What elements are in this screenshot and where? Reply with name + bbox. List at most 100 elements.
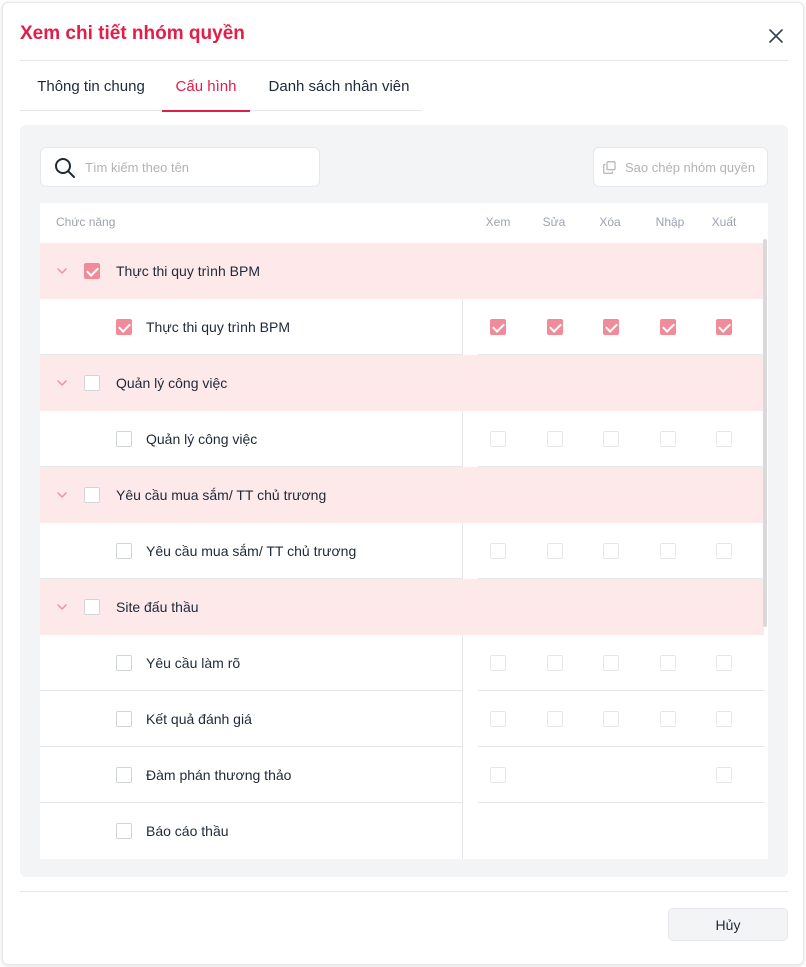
tab-bar: Thông tin chung Cấu hình Danh sách nhân … [20, 61, 422, 112]
footer-divider [20, 891, 788, 892]
permission-checkbox-edit[interactable] [547, 319, 563, 335]
search-box [40, 147, 320, 187]
column-header-function: Chức năng [56, 215, 116, 229]
group-checkbox[interactable] [84, 375, 100, 391]
column-divider [462, 803, 463, 859]
permission-checkbox-view[interactable] [490, 431, 506, 447]
column-header-export: Xuất [711, 215, 737, 229]
group-label: Quản lý công việc [116, 375, 228, 391]
column-divider [462, 411, 463, 467]
row-label: Báo cáo thầu [146, 823, 229, 839]
chevron-down-icon[interactable] [55, 600, 69, 614]
permission-checkbox-export[interactable] [716, 655, 732, 671]
row-label: Quản lý công việc [146, 431, 258, 447]
row-label: Thực thi quy trình BPM [146, 319, 290, 335]
permission-checkbox-edit[interactable] [547, 431, 563, 447]
permission-checkbox-import[interactable] [660, 711, 676, 727]
configuration-panel: Sao chép nhóm quyền Chức năng Xem Sửa Xó… [20, 125, 788, 877]
tab-general-info[interactable]: Thông tin chung [20, 61, 162, 111]
column-header-view: Xem [485, 215, 511, 229]
row-checkbox[interactable] [116, 431, 132, 447]
group-row: Quản lý công việc [40, 355, 764, 411]
scrollbar[interactable] [763, 239, 767, 627]
copy-icon [603, 160, 616, 174]
copy-permission-group-button[interactable]: Sao chép nhóm quyền [593, 147, 768, 187]
close-button[interactable] [765, 25, 787, 47]
row-label: Đàm phán thương thảo [146, 767, 292, 783]
permission-checkbox-import[interactable] [660, 431, 676, 447]
column-divider [462, 523, 463, 579]
chevron-down-icon[interactable] [55, 264, 69, 278]
group-checkbox[interactable] [84, 263, 100, 279]
permission-checkbox-import[interactable] [660, 655, 676, 671]
permission-checkbox-view[interactable] [490, 319, 506, 335]
permission-checkbox-export[interactable] [716, 543, 732, 559]
modal-title: Xem chi tiết nhóm quyền [20, 23, 245, 44]
permission-checkbox-view[interactable] [490, 767, 506, 783]
search-input[interactable] [85, 148, 311, 186]
tab-label: Danh sách nhân viên [268, 77, 410, 95]
chevron-down-icon[interactable] [55, 488, 69, 502]
table-row: Yêu cầu làm rõ [40, 635, 764, 691]
group-row: Yêu cầu mua sắm/ TT chủ trương [40, 467, 764, 523]
table-row: Đàm phán thương thảo [40, 747, 764, 803]
table-row: Yêu cầu mua sắm/ TT chủ trương [40, 523, 764, 579]
copy-button-label: Sao chép nhóm quyền [625, 159, 756, 175]
cancel-button[interactable]: Hủy [668, 908, 788, 941]
permission-checkbox-edit[interactable] [547, 711, 563, 727]
table-row: Kết quả đánh giá [40, 691, 764, 747]
group-label: Site đấu thầu [116, 599, 199, 615]
column-divider [462, 691, 463, 747]
table-row: Quản lý công việc [40, 411, 764, 467]
close-icon [769, 29, 783, 43]
row-label: Yêu cầu làm rõ [146, 655, 241, 671]
row-checkbox[interactable] [116, 823, 132, 839]
permission-checkbox-export[interactable] [716, 431, 732, 447]
group-row: Site đấu thầu [40, 579, 764, 635]
column-divider [462, 635, 463, 691]
permission-checkbox-delete[interactable] [603, 543, 619, 559]
group-checkbox[interactable] [84, 599, 100, 615]
permission-checkbox-import[interactable] [660, 543, 676, 559]
search-icon [55, 158, 75, 178]
tab-configuration[interactable]: Cấu hình [162, 61, 250, 112]
modal-header: Xem chi tiết nhóm quyền [3, 3, 803, 61]
permission-checkbox-import[interactable] [660, 319, 676, 335]
group-label: Yêu cầu mua sắm/ TT chủ trương [116, 487, 327, 503]
row-label: Yêu cầu mua sắm/ TT chủ trương [146, 543, 357, 559]
permission-checkbox-delete[interactable] [603, 711, 619, 727]
row-checkbox[interactable] [116, 655, 132, 671]
permission-checkbox-export[interactable] [716, 711, 732, 727]
column-header-import: Nhập [655, 215, 685, 229]
row-checkbox[interactable] [116, 319, 132, 335]
row-checkbox[interactable] [116, 767, 132, 783]
row-label: Kết quả đánh giá [146, 711, 252, 727]
table-header: Chức năng Xem Sửa Xóa Nhập Xuất [40, 203, 768, 243]
permission-checkbox-edit[interactable] [547, 543, 563, 559]
permission-checkbox-view[interactable] [490, 711, 506, 727]
permission-checkbox-delete[interactable] [603, 431, 619, 447]
permission-checkbox-delete[interactable] [603, 319, 619, 335]
tab-label: Cấu hình [175, 77, 237, 95]
column-header-delete: Xóa [599, 215, 621, 229]
permission-checkbox-export[interactable] [716, 767, 732, 783]
group-label: Thực thi quy trình BPM [116, 263, 260, 279]
column-divider [462, 747, 463, 803]
permission-checkbox-export[interactable] [716, 319, 732, 335]
permission-checkbox-view[interactable] [490, 655, 506, 671]
row-checkbox[interactable] [116, 543, 132, 559]
group-checkbox[interactable] [84, 487, 100, 503]
permission-checkbox-view[interactable] [490, 543, 506, 559]
column-header-edit: Sửa [542, 215, 566, 229]
tab-label: Thông tin chung [37, 77, 145, 95]
permission-checkbox-delete[interactable] [603, 655, 619, 671]
permission-table: Chức năng Xem Sửa Xóa Nhập Xuất Thực thi… [40, 203, 768, 859]
table-row: Báo cáo thầu [40, 803, 764, 859]
group-row: Thực thi quy trình BPM [40, 243, 764, 299]
permission-checkbox-edit[interactable] [547, 655, 563, 671]
chevron-down-icon[interactable] [55, 376, 69, 390]
tab-employee-list[interactable]: Danh sách nhân viên [256, 61, 422, 111]
permission-group-modal: Xem chi tiết nhóm quyền Thông tin chung … [2, 2, 804, 965]
row-checkbox[interactable] [116, 711, 132, 727]
table-row: Thực thi quy trình BPM [40, 299, 764, 355]
